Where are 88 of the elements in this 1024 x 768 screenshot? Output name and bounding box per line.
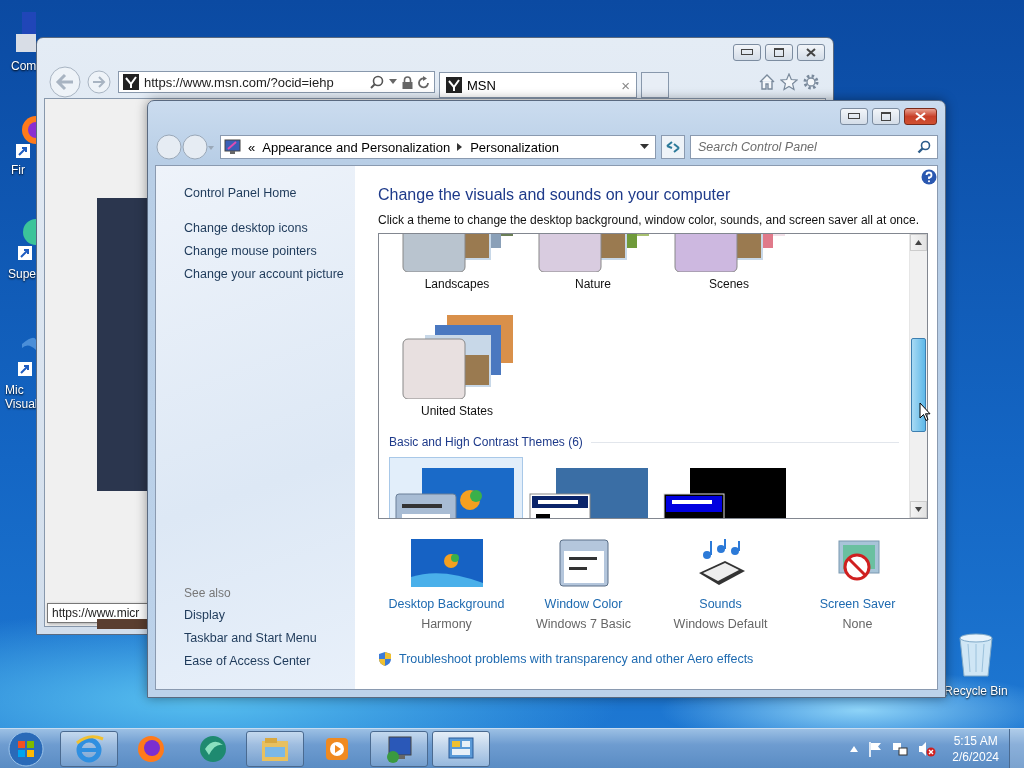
taskbar-button[interactable] [246, 730, 304, 767]
new-tab-button[interactable] [641, 72, 669, 98]
scrollbar-thumb[interactable] [911, 338, 926, 432]
scroll-down-icon[interactable] [915, 507, 922, 512]
help-icon[interactable] [921, 169, 937, 185]
refresh-icon [665, 140, 681, 154]
shield-icon [378, 651, 392, 667]
theme-name: Nature [575, 277, 611, 291]
setting-value: Windows Default [673, 617, 768, 631]
refresh-icon[interactable] [418, 75, 430, 89]
window-icon[interactable] [558, 539, 609, 587]
sidebar-link[interactable]: Ease of Access Center [184, 650, 355, 673]
group-heading: Basic and High Contrast Themes (6) [389, 435, 583, 449]
caret-icon[interactable] [640, 144, 649, 150]
back-icon[interactable] [48, 65, 82, 99]
maximize-button[interactable] [765, 43, 793, 61]
description-text: Click a theme to change the desktop background, window color, sounds, and screen saver all at once. [378, 213, 920, 227]
breadcrumb-item[interactable]: Personalization [470, 139, 560, 155]
home-icon[interactable] [758, 73, 776, 91]
caret-icon[interactable] [389, 79, 397, 85]
taskbar-button[interactable] [432, 730, 490, 767]
icon-label: Com [11, 59, 37, 73]
setting-value: None [842, 617, 873, 631]
taskbar-button[interactable] [60, 730, 118, 767]
url-text: https://www.msn.com/?ocid=iehp [144, 74, 335, 90]
chevron-icon[interactable] [457, 143, 464, 151]
scrollbar[interactable] [909, 234, 927, 518]
theme-name: Landscapes [424, 277, 490, 291]
address-bar[interactable]: https://www.msn.com/?ocid=iehp [118, 71, 435, 93]
flag-icon[interactable] [868, 740, 883, 757]
tab-title: MSN [467, 77, 497, 93]
setting-value: Windows 7 Basic [535, 617, 632, 631]
icon-label: Recycle Bin [944, 684, 1008, 698]
theme-item[interactable]: Landscapes [389, 234, 525, 292]
network-icon[interactable] [892, 740, 909, 757]
site-icon [123, 74, 139, 90]
scroll-up-icon[interactable] [915, 240, 922, 245]
refresh-button[interactable] [661, 135, 685, 159]
site-icon [446, 77, 462, 93]
breadcrumb-item[interactable]: Appearance and Personalization [262, 139, 451, 155]
wallpaper-icon[interactable] [410, 539, 483, 587]
icon-label: Fir [11, 163, 25, 177]
star-icon[interactable] [780, 73, 798, 91]
monitor-icon [224, 139, 241, 155]
troubleshoot-link[interactable]: Troubleshoot problems with transparency and other Aero effects [399, 652, 754, 666]
close-icon [915, 111, 926, 121]
search-icon[interactable] [370, 75, 384, 89]
breadcrumb-overflow[interactable]: « [248, 139, 256, 155]
show-desktop-button[interactable] [1009, 728, 1024, 768]
sidebar-link[interactable]: Taskbar and Start Menu [184, 627, 355, 650]
recycle-bin-icon[interactable] [958, 632, 994, 678]
theme-name: Scenes [709, 277, 749, 291]
close-button[interactable] [904, 107, 937, 125]
setting-link[interactable]: Sounds [699, 597, 742, 611]
mouse-pointer-icon [919, 402, 931, 422]
minimize-button[interactable] [733, 43, 761, 61]
browser-tab[interactable]: MSN × [439, 72, 637, 98]
show-hidden-icons-icon[interactable] [850, 745, 859, 752]
theme-item[interactable]: United States [389, 306, 525, 419]
tab-close-button[interactable]: × [621, 76, 630, 94]
sidebar-link[interactable]: Change mouse pointers [184, 240, 355, 263]
close-icon [806, 47, 816, 57]
lock-icon [402, 75, 413, 89]
address-bar[interactable]: « Appearance and Personalization Personalization [220, 135, 656, 159]
sidebar-link[interactable]: Change your account picture [184, 263, 355, 286]
speaker-muted-icon[interactable] [918, 740, 937, 757]
taskbar-button[interactable] [370, 730, 428, 767]
see-also-heading: See also [184, 586, 232, 600]
page-heading: Change the visuals and sounds on your computer [378, 186, 732, 204]
setting-value: Harmony [421, 617, 472, 631]
theme-item[interactable]: Nature [525, 234, 661, 292]
icon-label: Mic [5, 383, 24, 397]
sidebar-link[interactable]: Change desktop icons [184, 217, 355, 240]
theme-name: United States [420, 404, 493, 418]
search-icon[interactable] [917, 140, 931, 154]
sidebar-link[interactable]: Control Panel Home [184, 182, 355, 205]
icon-label: Visual [5, 397, 38, 411]
minimize-button[interactable] [840, 107, 868, 125]
search-field[interactable]: Search Control Panel [690, 135, 938, 159]
icon-label: Supe [8, 267, 37, 281]
maximize-button[interactable] [872, 107, 900, 125]
setting-link[interactable]: Screen Saver [819, 597, 896, 611]
close-button[interactable] [797, 43, 825, 61]
sidebar-link[interactable]: Display [184, 604, 355, 627]
setting-link[interactable]: Window Color [544, 597, 623, 611]
setting-link[interactable]: Desktop Background [388, 597, 505, 611]
settings-icon[interactable] [802, 73, 820, 91]
theme-item[interactable]: Scenes [661, 234, 797, 292]
